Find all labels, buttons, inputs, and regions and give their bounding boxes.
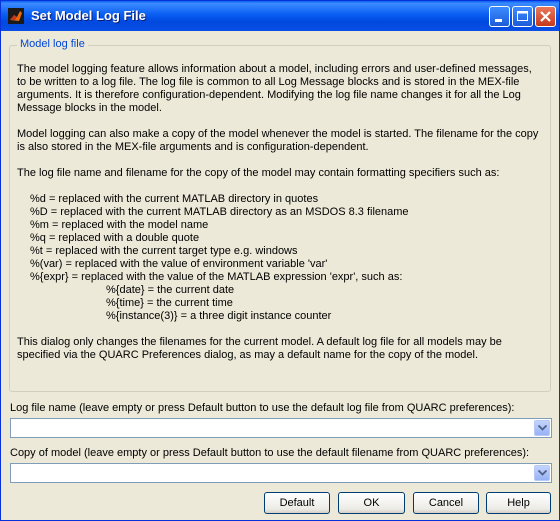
description-paragraph-3: The log file name and filename for the c… [17,167,500,179]
description-paragraph-4: This dialog only changes the filenames f… [17,336,502,361]
minimize-button[interactable] [489,6,510,27]
specifier-item: %t = replaced with the current target ty… [30,245,298,257]
specifier-item: %{expr} = replaced with the value of the… [30,271,403,283]
dialog-window: Set Model Log File Model log file The mo… [0,0,560,521]
subspecifier-item: %{instance(3)} = a three digit instance … [106,310,332,322]
copy-model-dropdown-button[interactable] [534,465,550,481]
description-paragraph-2: Model logging can also make a copy of th… [17,128,539,153]
description-paragraph-1: The model logging feature allows informa… [17,63,532,114]
log-file-input[interactable] [13,420,529,436]
chevron-down-icon [538,470,547,476]
title-bar[interactable]: Set Model Log File [1,1,559,31]
default-button[interactable]: Default [264,492,330,514]
minimize-icon [495,19,502,22]
copy-model-combo[interactable] [10,463,552,483]
specifier-list: %d = replaced with the current MATLAB di… [30,193,542,323]
subspecifier-item: %{time} = the current time [106,297,233,309]
specifier-item: %(var) = replaced with the value of envi… [30,258,328,270]
log-file-combo[interactable] [10,418,552,438]
group-body: The model logging feature allows informa… [17,63,542,375]
group-legend: Model log file [17,38,88,51]
matlab-icon [8,8,24,24]
close-icon [540,11,551,22]
maximize-button[interactable] [512,6,533,27]
subspecifier-item: %{date} = the current date [106,284,235,296]
log-file-dropdown-button[interactable] [534,420,550,436]
help-button[interactable]: Help [486,492,551,514]
window-title: Set Model Log File [31,8,146,23]
ok-button[interactable]: OK [338,492,405,514]
cancel-button[interactable]: Cancel [413,492,479,514]
specifier-item: %d = replaced with the current MATLAB di… [30,193,319,205]
close-button[interactable] [535,6,556,27]
maximize-icon [517,11,528,21]
copy-model-input[interactable] [13,465,529,481]
specifier-item: %m = replaced with the model name [30,219,209,231]
chevron-down-icon [538,425,547,431]
specifier-item: %D = replaced with the current MATLAB di… [30,206,409,218]
log-file-label: Log file name (leave empty or press Defa… [10,402,515,414]
copy-model-label: Copy of model (leave empty or press Defa… [10,447,530,459]
specifier-item: %q = replaced with a double quote [30,232,200,244]
